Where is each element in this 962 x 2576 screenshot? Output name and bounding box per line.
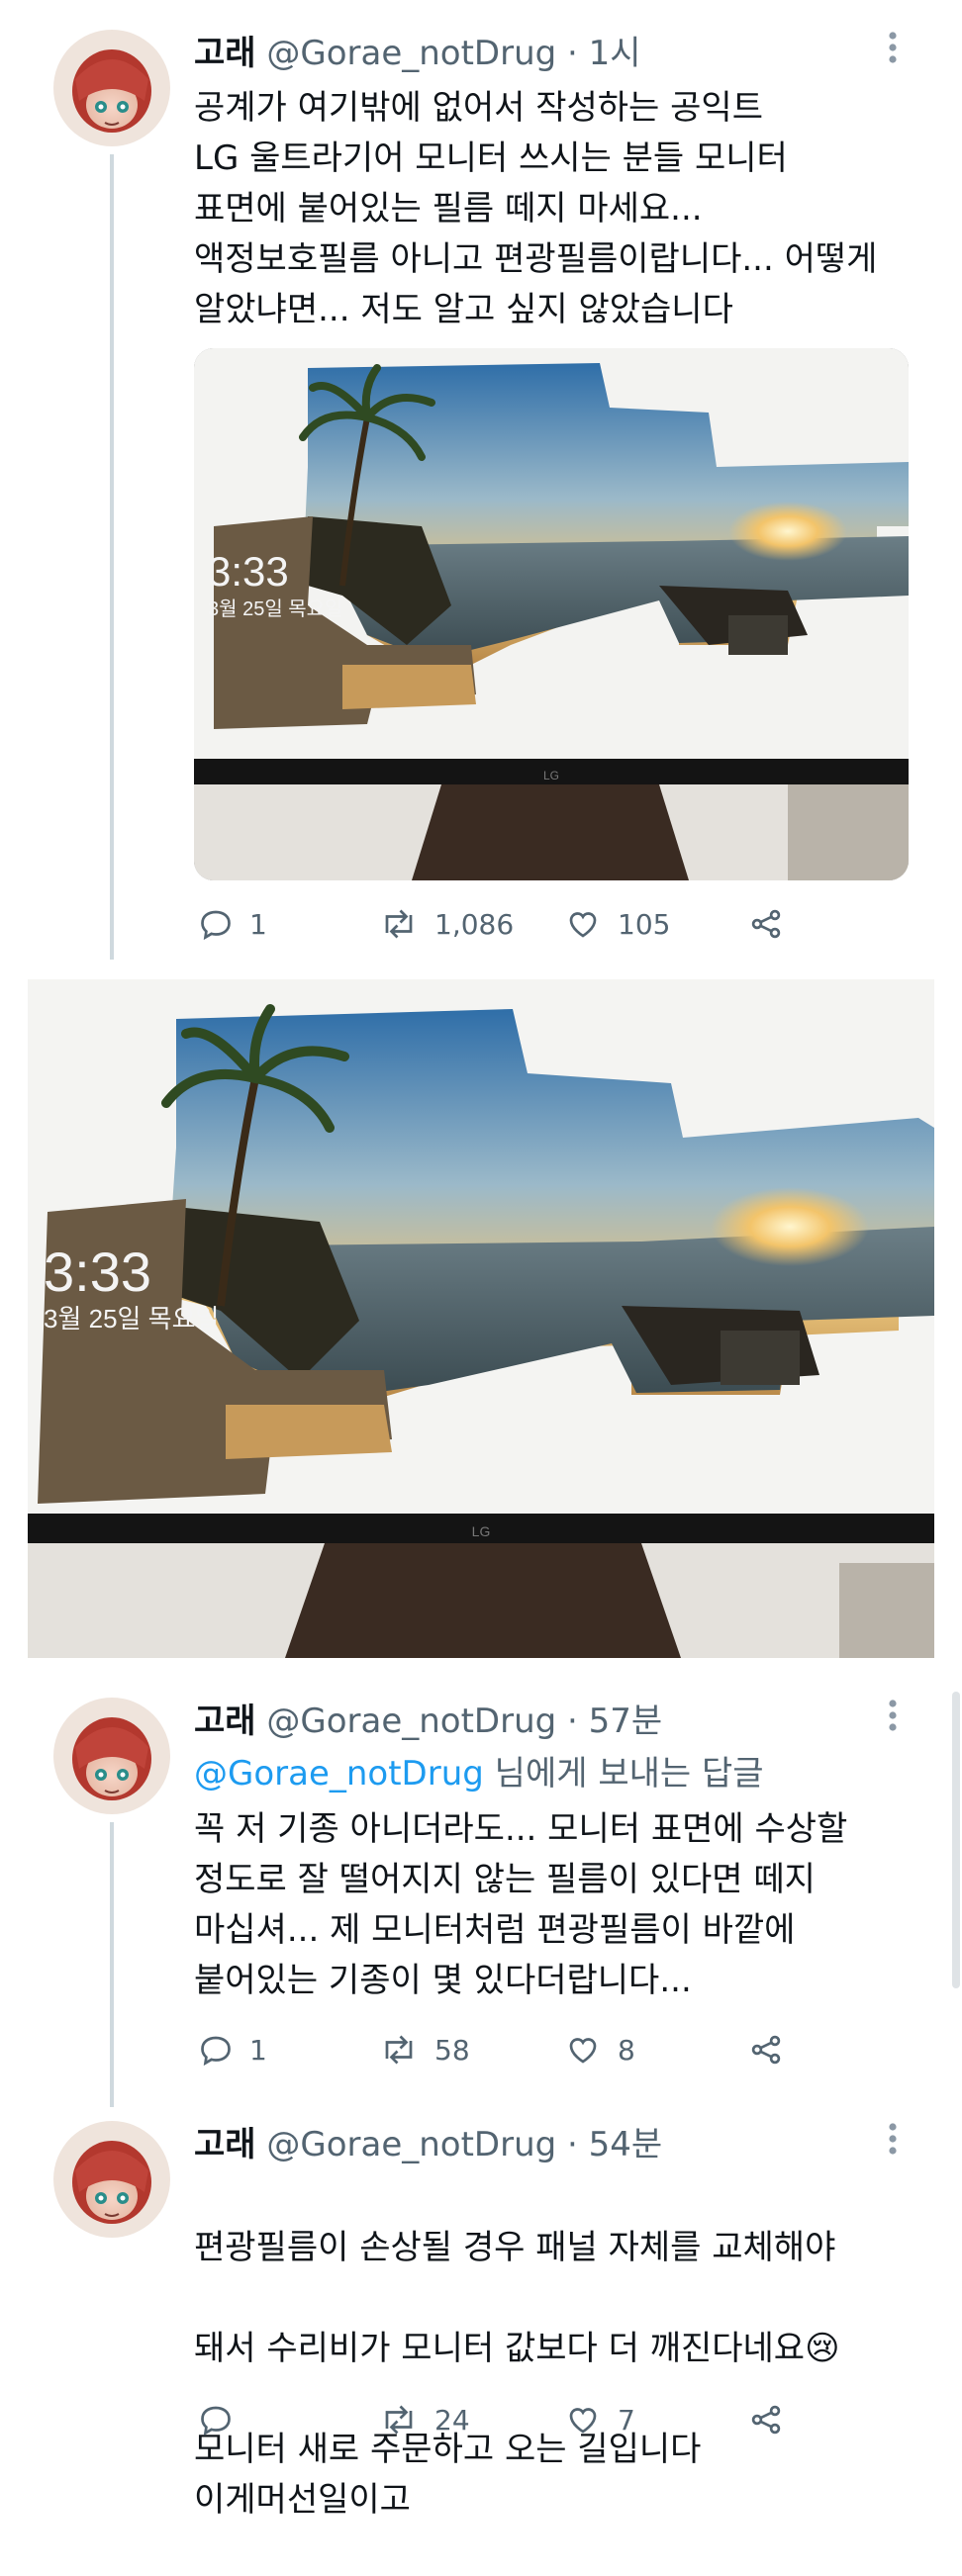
- tweet-time[interactable]: 1시: [589, 34, 641, 73]
- lockscreen-clock: 3:33: [208, 548, 289, 595]
- tweet-photo[interactable]: LG 3:33 3월 25일 목요일: [194, 348, 909, 880]
- reply-icon: [201, 2036, 231, 2067]
- lockscreen-clock: 3:33: [44, 1241, 151, 1303]
- like-button[interactable]: 105: [564, 904, 670, 944]
- like-button[interactable]: 7: [564, 2400, 635, 2439]
- like-count: 105: [618, 907, 671, 941]
- tweet-header: 고래 @Gorae_notDrug · 54분: [194, 2123, 662, 2166]
- mention-link[interactable]: @Gorae_notDrug: [194, 1754, 484, 1794]
- tweet-text: 편광필름이 손상될 경우 패널 자체를 교체해야 돼서 수리비가 모니터 값보다…: [194, 2172, 926, 2576]
- expanded-photo[interactable]: 3:33 3월 25일 목요일 LG: [28, 979, 934, 1658]
- retweet-count: 1,086: [434, 907, 515, 941]
- retweet-button[interactable]: 24: [379, 2400, 470, 2439]
- display-name[interactable]: 고래: [194, 34, 256, 73]
- retweet-count: 24: [434, 2403, 470, 2437]
- separator-dot: ·: [567, 2125, 578, 2164]
- reply-button[interactable]: [198, 2400, 249, 2439]
- lockscreen-date: 3월 25일 목요일: [208, 598, 342, 620]
- tweet-header: 고래 @Gorae_notDrug · 1시: [194, 32, 641, 75]
- avatar[interactable]: [53, 2121, 170, 2238]
- replying-to: @Gorae_notDrug 님에게 보내는 답글: [194, 1749, 764, 1799]
- share-button[interactable]: [748, 904, 784, 944]
- retweet-icon: [385, 2035, 413, 2065]
- reply-icon: [201, 910, 231, 941]
- retweet-icon: [385, 2405, 413, 2435]
- monitor-logo: LG: [472, 1523, 491, 1539]
- heart-icon: [569, 2038, 597, 2064]
- tweet-text-line: 편광필름이 손상될 경우 패널 자체를 교체해야: [194, 2228, 836, 2267]
- heart-icon: [569, 912, 597, 938]
- scrollbar[interactable]: [952, 1692, 960, 1988]
- thread-line: [110, 154, 114, 960]
- like-count: 8: [618, 2033, 635, 2067]
- reply-button[interactable]: 1: [198, 904, 267, 944]
- tweet-time[interactable]: 57분: [589, 1702, 663, 1741]
- like-count: 7: [618, 2403, 635, 2437]
- retweet-icon: [385, 909, 413, 939]
- more-icon[interactable]: [881, 30, 905, 74]
- avatar[interactable]: [53, 1698, 170, 1814]
- share-button[interactable]: [748, 2030, 784, 2070]
- reply-count: 1: [249, 2033, 267, 2067]
- share-icon: [751, 909, 781, 939]
- share-icon: [751, 2405, 781, 2435]
- heart-icon: [569, 2408, 597, 2434]
- share-icon: [751, 2035, 781, 2065]
- more-icon[interactable]: [881, 1698, 905, 1742]
- user-handle[interactable]: @Gorae_notDrug: [266, 2125, 556, 2164]
- monitor-logo: LG: [543, 769, 559, 782]
- user-handle[interactable]: @Gorae_notDrug: [266, 1702, 556, 1741]
- reply-count: 1: [249, 907, 267, 941]
- tweet-text: 공계가 여기밖에 없어서 작성하는 공익트 LG 울트라기어 모니터 쓰시는 분…: [194, 88, 878, 329]
- reply-button[interactable]: 1: [198, 2030, 267, 2070]
- tweet-text-line: 돼서 수리비가 모니터 값보다 더 깨진다네요😢: [194, 2324, 926, 2374]
- replying-to-label: 님에게 보내는 답글: [483, 1754, 764, 1794]
- tweet-text: 꼭 저 기종 아니더라도... 모니터 표면에 수상할 정도로 잘 떨어지지 않…: [194, 1809, 848, 2000]
- reply-icon: [201, 2406, 231, 2437]
- user-handle[interactable]: @Gorae_notDrug: [266, 34, 556, 73]
- display-name[interactable]: 고래: [194, 1702, 256, 1741]
- retweet-button[interactable]: 1,086: [379, 904, 514, 944]
- retweet-button[interactable]: 58: [379, 2030, 470, 2070]
- like-button[interactable]: 8: [564, 2030, 635, 2070]
- share-button[interactable]: [748, 2400, 784, 2439]
- crying-emoji-icon: 😢: [805, 2329, 840, 2368]
- separator-dot: ·: [567, 1702, 578, 1741]
- tweet-text-line: 모니터 새로 주문하고 오는 길입니다 이게머선일이고: [194, 2430, 702, 2520]
- display-name[interactable]: 고래: [194, 2125, 256, 2164]
- tweet-time[interactable]: 54분: [589, 2125, 663, 2164]
- avatar[interactable]: [53, 30, 170, 146]
- tweet-text-segment: 돼서 수리비가 모니터 값보다 더 깨진다네요: [194, 2329, 806, 2368]
- separator-dot: ·: [567, 34, 578, 73]
- more-icon[interactable]: [881, 2121, 905, 2165]
- lockscreen-date: 3월 25일 목요일: [44, 1304, 219, 1334]
- retweet-count: 58: [434, 2033, 470, 2067]
- tweet-header: 고래 @Gorae_notDrug · 57분: [194, 1700, 662, 1743]
- thread-line: [110, 1822, 114, 2107]
